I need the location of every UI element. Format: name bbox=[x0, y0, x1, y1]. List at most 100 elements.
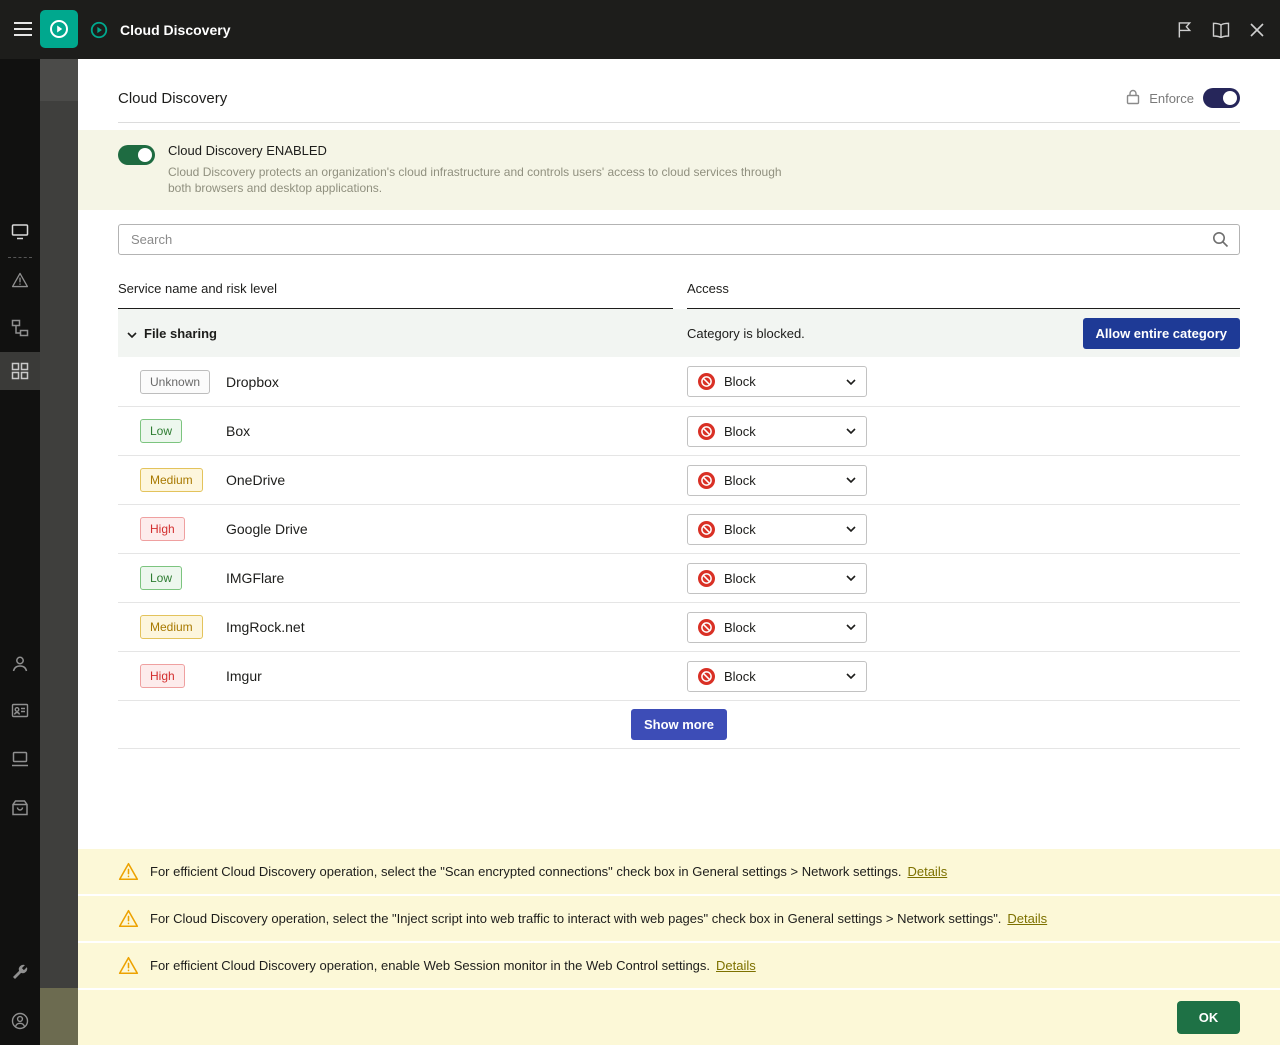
category-name: File sharing bbox=[144, 325, 217, 341]
access-dropdown[interactable]: Block bbox=[687, 366, 867, 398]
access-dropdown[interactable]: Block bbox=[687, 415, 867, 447]
close-icon[interactable] bbox=[1250, 22, 1264, 37]
table-row: Medium ImgRock.net Block bbox=[118, 602, 1240, 651]
sidebar-item-monitoring[interactable] bbox=[11, 223, 29, 240]
sidebar-item-active[interactable] bbox=[0, 352, 40, 390]
warning-icon bbox=[118, 909, 139, 928]
services-table: Service name and risk level Access File … bbox=[118, 275, 1240, 750]
risk-badge: High bbox=[140, 517, 185, 542]
search-icon[interactable] bbox=[1212, 231, 1229, 248]
sidebar-divider bbox=[8, 257, 32, 258]
service-name: Google Drive bbox=[226, 521, 308, 538]
warning-icon bbox=[118, 956, 139, 975]
access-dropdown[interactable]: Block bbox=[687, 562, 867, 594]
access-value: Block bbox=[724, 521, 756, 537]
category-expander[interactable]: File sharing bbox=[118, 326, 687, 341]
search-bar bbox=[118, 224, 1240, 256]
panel-window-title: Cloud Discovery bbox=[120, 21, 231, 38]
show-more-button[interactable]: Show more bbox=[630, 709, 728, 741]
sidebar-item-settings-wrench[interactable] bbox=[11, 963, 29, 981]
access-dropdown[interactable]: Block bbox=[687, 513, 867, 545]
access-value: Block bbox=[724, 423, 756, 439]
ok-button[interactable]: OK bbox=[1177, 1001, 1240, 1034]
enforce-label: Enforce bbox=[1149, 90, 1194, 106]
lock-icon bbox=[1126, 89, 1140, 108]
risk-badge: High bbox=[140, 664, 185, 689]
table-row: Low IMGFlare Block bbox=[118, 553, 1240, 602]
enforce-control: Enforce bbox=[1126, 88, 1240, 108]
search-input[interactable] bbox=[118, 224, 1240, 256]
sidebar-item-accounts[interactable] bbox=[11, 703, 29, 718]
hamburger-menu-icon[interactable] bbox=[13, 21, 33, 42]
block-icon bbox=[698, 618, 715, 636]
book-icon[interactable] bbox=[1212, 22, 1230, 38]
sidebar-item-users[interactable] bbox=[11, 655, 29, 673]
details-link[interactable]: Details bbox=[716, 958, 756, 973]
warning-text: For efficient Cloud Discovery operation,… bbox=[150, 864, 902, 879]
secondary-rail bbox=[40, 59, 78, 1045]
warning-icon bbox=[118, 862, 139, 881]
page-header: Cloud Discovery Enforce bbox=[118, 59, 1240, 123]
main-navigation-sidebar bbox=[0, 59, 40, 1045]
table-row: High Imgur Block bbox=[118, 651, 1240, 700]
access-value: Block bbox=[724, 374, 756, 390]
chevron-down-icon bbox=[846, 379, 856, 385]
secondary-rail-bottom bbox=[40, 988, 78, 1045]
risk-badge: Low bbox=[140, 419, 183, 444]
flag-icon[interactable] bbox=[1177, 21, 1192, 39]
access-dropdown[interactable]: Block bbox=[687, 660, 867, 692]
topbar-actions bbox=[1177, 21, 1264, 39]
access-value: Block bbox=[724, 472, 756, 488]
top-header-bar: Cloud Discovery bbox=[0, 0, 1280, 59]
cloud-discovery-panel-icon bbox=[89, 20, 109, 45]
sidebar-item-profile[interactable] bbox=[11, 1012, 29, 1030]
block-icon bbox=[698, 667, 715, 685]
column-header-access: Access bbox=[687, 275, 1240, 310]
sidebar-item-alerts[interactable] bbox=[11, 272, 29, 288]
chevron-down-icon bbox=[846, 526, 856, 533]
sidebar-item-marketplace[interactable] bbox=[11, 799, 29, 816]
table-row: Medium OneDrive Block bbox=[118, 455, 1240, 504]
sidebar-item-hierarchy[interactable] bbox=[11, 319, 29, 337]
category-status: Category is blocked. bbox=[687, 325, 805, 341]
risk-badge: Medium bbox=[140, 468, 203, 493]
details-link[interactable]: Details bbox=[907, 864, 947, 879]
details-link[interactable]: Details bbox=[1007, 911, 1047, 926]
block-icon bbox=[698, 471, 715, 489]
page-title: Cloud Discovery bbox=[118, 89, 228, 107]
table-header-row: Service name and risk level Access bbox=[118, 275, 1240, 310]
enabled-toggle[interactable] bbox=[118, 145, 155, 165]
service-name: IMGFlare bbox=[226, 570, 285, 587]
service-name: ImgRock.net bbox=[226, 619, 305, 636]
category-row-file-sharing: File sharing Category is blocked. Allow … bbox=[118, 309, 1240, 358]
enforce-toggle[interactable] bbox=[1203, 88, 1240, 108]
access-value: Block bbox=[724, 570, 756, 586]
chevron-down-icon bbox=[127, 326, 137, 341]
chevron-down-icon bbox=[846, 428, 856, 435]
sidebar-item-devices[interactable] bbox=[11, 751, 29, 767]
access-value: Block bbox=[724, 668, 756, 684]
table-row: Unknown Dropbox Block bbox=[118, 357, 1240, 406]
risk-badge: Low bbox=[140, 566, 183, 591]
table-row: Low Box Block bbox=[118, 406, 1240, 455]
access-dropdown[interactable]: Block bbox=[687, 464, 867, 496]
allow-entire-category-button[interactable]: Allow entire category bbox=[1082, 317, 1240, 349]
show-more-row: Show more bbox=[118, 700, 1240, 750]
app-logo-icon[interactable] bbox=[40, 10, 78, 48]
chevron-down-icon bbox=[846, 624, 856, 631]
enabled-banner: Cloud Discovery ENABLED Cloud Discovery … bbox=[78, 130, 1280, 211]
block-icon bbox=[698, 520, 715, 538]
warning-text: For efficient Cloud Discovery operation,… bbox=[150, 958, 711, 973]
warning-banner-1: For efficient Cloud Discovery operation,… bbox=[78, 847, 1280, 894]
cloud-discovery-panel: Cloud Discovery Enforce Cloud Discovery … bbox=[78, 59, 1280, 1045]
access-dropdown[interactable]: Block bbox=[687, 611, 867, 643]
risk-badge: Unknown bbox=[140, 369, 211, 394]
chevron-down-icon bbox=[846, 575, 856, 582]
service-name: Imgur bbox=[226, 668, 262, 685]
warning-banner-3: For efficient Cloud Discovery operation,… bbox=[78, 941, 1280, 988]
banner-description: Cloud Discovery protects an organization… bbox=[168, 165, 782, 196]
access-value: Block bbox=[724, 619, 756, 635]
column-header-service: Service name and risk level bbox=[118, 275, 673, 310]
secondary-rail-top bbox=[40, 59, 78, 101]
